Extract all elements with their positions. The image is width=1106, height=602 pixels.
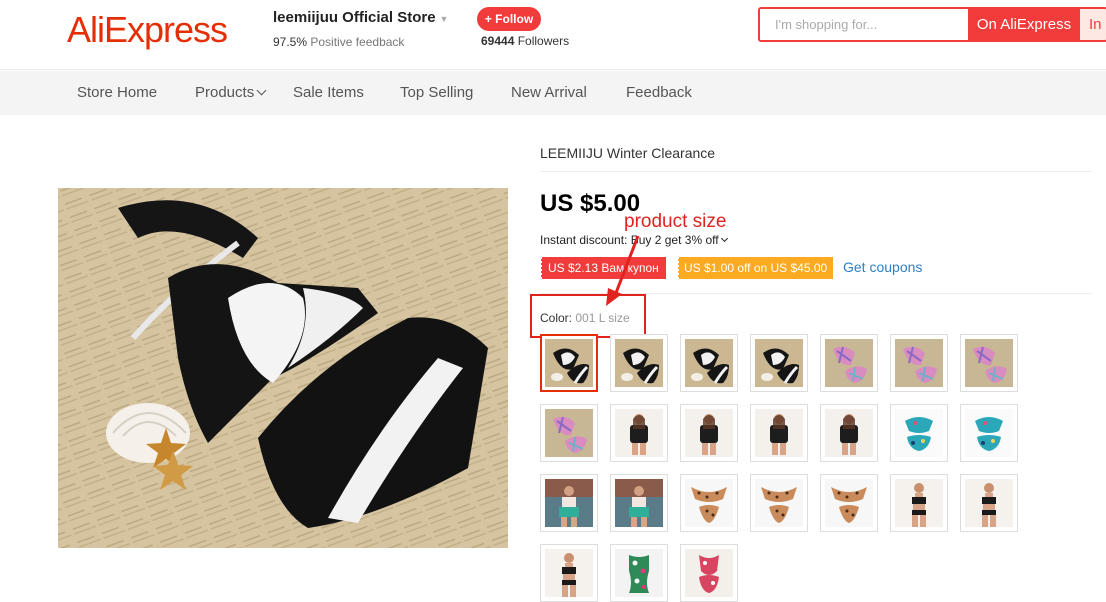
swatch-thumbnail bbox=[685, 409, 733, 457]
annotation-label: product size bbox=[624, 211, 727, 232]
color-swatch-red-print-swimsuit[interactable] bbox=[680, 544, 738, 602]
divider bbox=[540, 171, 1092, 172]
nav-label: Products bbox=[195, 84, 255, 101]
color-swatch-green-print-swimsuit[interactable] bbox=[610, 544, 668, 602]
swatch-thumbnail bbox=[895, 479, 943, 527]
swatch-thumbnail bbox=[825, 339, 873, 387]
color-swatch-leopard-bikini[interactable] bbox=[820, 474, 878, 532]
search-bar: On AliExpress In bbox=[758, 7, 1106, 42]
search-aliexpress-button[interactable]: On AliExpress bbox=[968, 9, 1080, 40]
color-swatch-black-white-bikini[interactable] bbox=[750, 334, 808, 392]
swatch-thumbnail bbox=[685, 339, 733, 387]
swatch-thumbnail bbox=[825, 479, 873, 527]
swatch-thumbnail bbox=[615, 479, 663, 527]
color-swatch-black-tankini-model[interactable] bbox=[680, 404, 738, 462]
store-feedback: 97.5% Positive feedback bbox=[273, 35, 404, 49]
aliexpress-logo[interactable]: AliExpress bbox=[67, 9, 228, 51]
nav-label: New Arrival bbox=[511, 84, 587, 101]
nav-top-selling[interactable]: Top Selling bbox=[400, 71, 473, 115]
swatch-thumbnail bbox=[965, 409, 1013, 457]
swatch-thumbnail bbox=[965, 339, 1013, 387]
color-swatch-pink-plaid-bikini[interactable] bbox=[540, 404, 598, 462]
nav-label: Feedback bbox=[626, 84, 692, 101]
color-swatch-leopard-bikini[interactable] bbox=[680, 474, 738, 532]
caret-down-icon[interactable]: ▼ bbox=[440, 14, 449, 24]
color-swatch-teal-model-photo[interactable] bbox=[540, 474, 598, 532]
swatch-thumbnail bbox=[755, 479, 803, 527]
color-swatch-pink-plaid-bikini[interactable] bbox=[960, 334, 1018, 392]
followers-label: Followers bbox=[517, 34, 570, 48]
color-swatch-black-tankini-model[interactable] bbox=[820, 404, 878, 462]
chevron-down-icon bbox=[720, 234, 728, 243]
color-swatch-black-bikini-model[interactable] bbox=[540, 544, 598, 602]
color-swatch-leopard-bikini[interactable] bbox=[750, 474, 808, 532]
swatch-thumbnail bbox=[685, 549, 733, 597]
color-swatch-black-tankini-model[interactable] bbox=[610, 404, 668, 462]
color-swatch-black-bikini-model[interactable] bbox=[960, 474, 1018, 532]
annotation-arrow-icon bbox=[606, 235, 640, 306]
color-swatch-black-white-bikini[interactable] bbox=[610, 334, 668, 392]
swatch-thumbnail bbox=[545, 339, 593, 387]
color-swatch-pink-plaid-bikini[interactable] bbox=[890, 334, 948, 392]
nav-products[interactable]: Products bbox=[195, 71, 267, 115]
swatch-thumbnail bbox=[895, 339, 943, 387]
swatch-thumbnail bbox=[545, 479, 593, 527]
nav-label: Top Selling bbox=[400, 84, 474, 101]
swatch-thumbnail bbox=[895, 409, 943, 457]
store-name[interactable]: leemiijuu Official Store ▼ bbox=[273, 9, 448, 26]
color-swatch-pink-plaid-bikini[interactable] bbox=[820, 334, 878, 392]
nav-feedback[interactable]: Feedback bbox=[626, 71, 692, 115]
swatch-thumbnail bbox=[965, 479, 1013, 527]
nav-label: Sale Items bbox=[293, 84, 364, 101]
swatch-thumbnail bbox=[615, 409, 663, 457]
color-swatch-teal-model-photo[interactable] bbox=[610, 474, 668, 532]
color-swatch-blue-floral-bikini[interactable] bbox=[960, 404, 1018, 462]
store-nav: Store Home Products Sale Items Top Selli… bbox=[0, 71, 1106, 115]
search-in-store-button[interactable]: In bbox=[1080, 9, 1106, 40]
swatch-thumbnail bbox=[825, 409, 873, 457]
nav-new-arrival[interactable]: New Arrival bbox=[511, 71, 587, 115]
coupon-badge[interactable]: US $1.00 off on US $45.00 bbox=[676, 257, 834, 279]
color-swatch-black-white-bikini[interactable] bbox=[540, 334, 598, 392]
store-name-text[interactable]: leemiijuu Official Store bbox=[273, 9, 436, 26]
product-photo bbox=[58, 188, 508, 548]
swatch-thumbnail bbox=[545, 549, 593, 597]
swatch-thumbnail bbox=[615, 339, 663, 387]
swatch-thumbnail bbox=[615, 549, 663, 597]
color-swatch-black-tankini-model[interactable] bbox=[750, 404, 808, 462]
swatch-thumbnail bbox=[545, 409, 593, 457]
swatch-thumbnail bbox=[755, 409, 803, 457]
swatch-thumbnail bbox=[755, 339, 803, 387]
store-header: AliExpress leemiijuu Official Store ▼ 97.… bbox=[0, 0, 1106, 70]
nav-store-home[interactable]: Store Home bbox=[77, 71, 157, 115]
nav-sale-items[interactable]: Sale Items bbox=[293, 71, 364, 115]
followers-number: 69444 bbox=[481, 34, 515, 48]
follow-button[interactable]: + Follow bbox=[477, 7, 541, 31]
chevron-down-icon bbox=[256, 85, 267, 96]
followers-count: 69444 Followers bbox=[481, 34, 569, 48]
get-coupons-link[interactable]: Get coupons bbox=[843, 259, 922, 275]
feedback-percent: 97.5% bbox=[273, 35, 308, 49]
color-swatch-blue-floral-bikini[interactable] bbox=[890, 404, 948, 462]
product-main-image[interactable] bbox=[58, 188, 508, 548]
color-swatch-black-bikini-model[interactable] bbox=[890, 474, 948, 532]
feedback-label: Positive feedback bbox=[310, 35, 405, 49]
nav-label: Store Home bbox=[77, 84, 158, 101]
product-title: LEEMIIJU Winter Clearance bbox=[540, 145, 716, 161]
color-swatch-black-white-bikini[interactable] bbox=[680, 334, 738, 392]
swatch-thumbnail bbox=[685, 479, 733, 527]
search-input[interactable] bbox=[760, 9, 968, 40]
